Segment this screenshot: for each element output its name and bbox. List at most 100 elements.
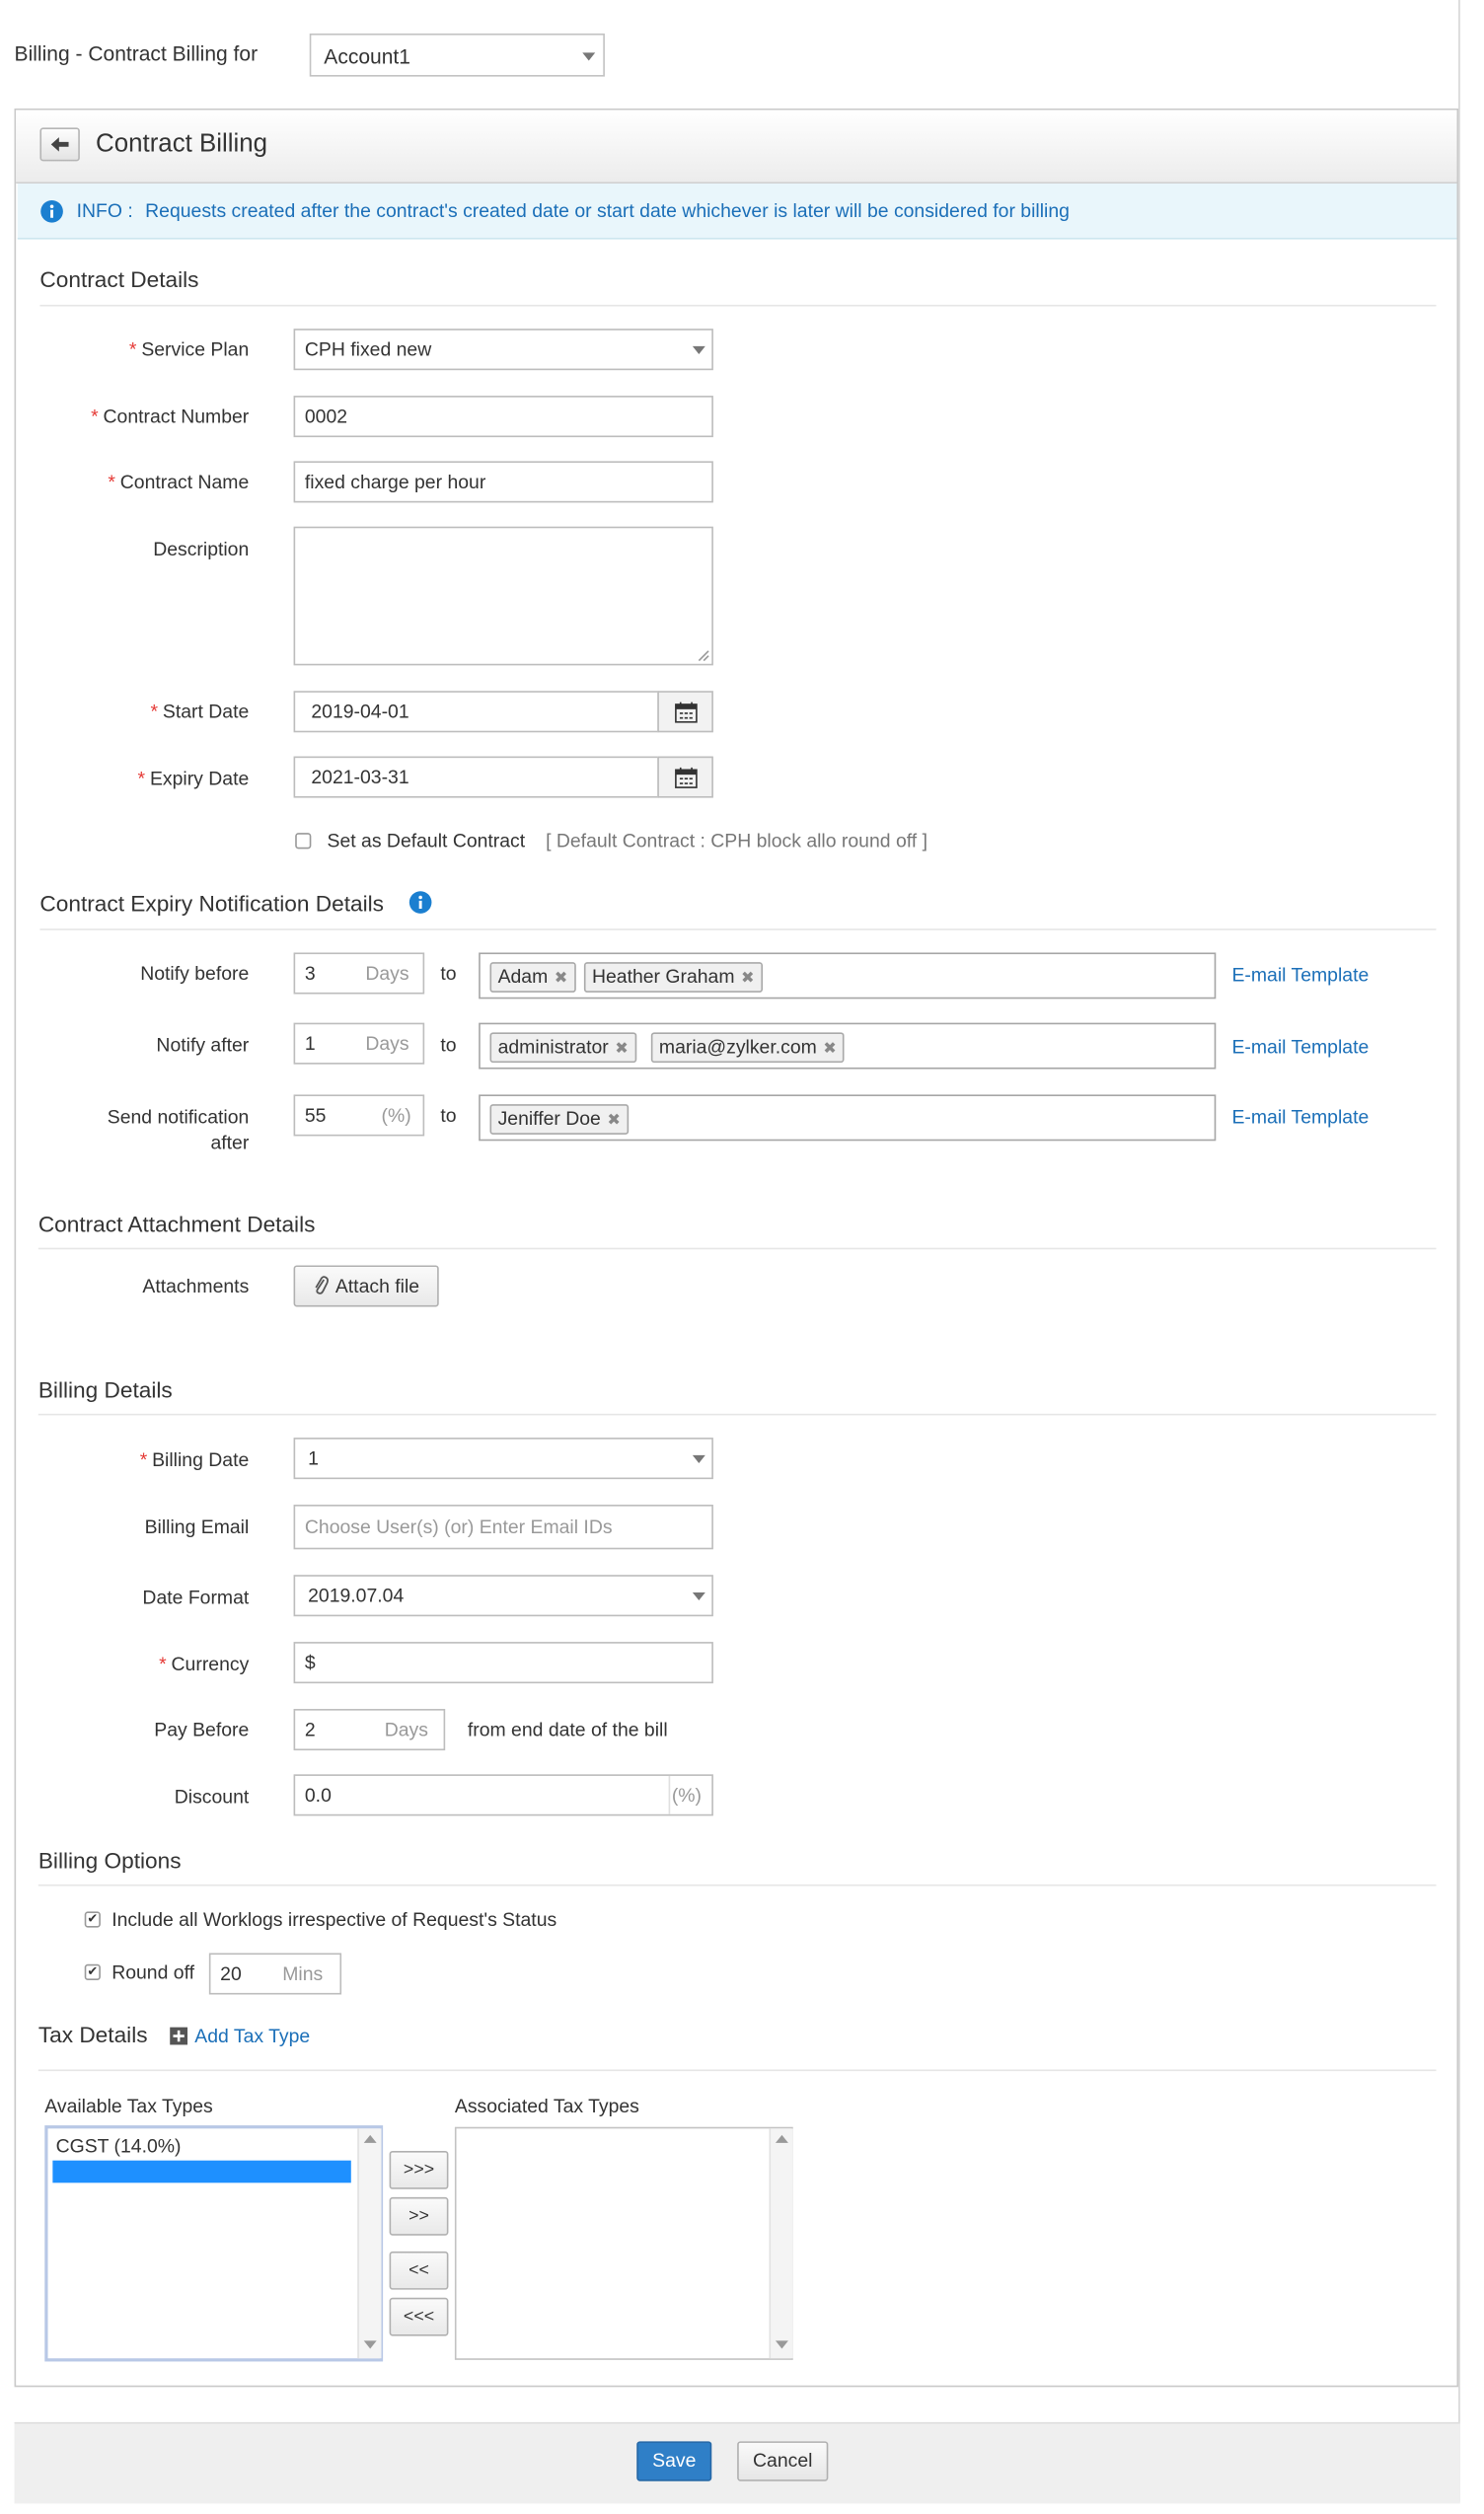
remove-icon[interactable]: ✖ <box>615 1040 629 1058</box>
start-date-input[interactable]: 2019-04-01 <box>293 691 659 733</box>
currency-input[interactable]: $ <box>293 1642 713 1684</box>
round-off-input[interactable]: 20 Mins <box>208 1953 342 1995</box>
discount-input[interactable]: 0.0 (%) <box>293 1774 713 1816</box>
expiry-date-label: * Expiry Date <box>137 767 250 790</box>
service-plan-select[interactable]: CPH fixed new <box>293 329 713 371</box>
default-contract-note: [ Default Contract : CPH block allo roun… <box>546 829 928 852</box>
scroll-up-icon[interactable] <box>363 2134 377 2143</box>
available-tax-types-label: Available Tax Types <box>44 2095 213 2118</box>
billing-details-heading: Billing Details <box>37 1376 173 1403</box>
description-label: Description <box>153 537 250 560</box>
chevron-down-icon <box>692 1454 705 1463</box>
resize-handle-icon[interactable] <box>698 649 710 662</box>
notify-before-recipients[interactable]: Adam ✖ Heather Graham ✖ <box>479 952 1217 999</box>
round-off-checkbox[interactable]: ✔ <box>84 1963 101 1980</box>
email-template-link[interactable]: E-mail Template <box>1231 1036 1369 1059</box>
billing-date-label: * Billing Date <box>139 1448 250 1472</box>
billing-date-select[interactable]: 1 <box>293 1438 713 1480</box>
associated-tax-types-list[interactable] <box>454 2126 793 2360</box>
service-plan-value: CPH fixed new <box>304 337 432 361</box>
billing-email-label: Billing Email <box>144 1516 250 1538</box>
attachments-label: Attachments <box>142 1275 250 1297</box>
divider <box>37 1247 1437 1250</box>
chevron-down-icon <box>582 52 596 61</box>
remove-icon[interactable]: ✖ <box>741 970 755 988</box>
send-notification-input[interactable]: 55 (%) <box>293 1094 425 1137</box>
footer-bar: Save Cancel <box>14 2421 1460 2504</box>
panel-header: Contract Billing <box>16 110 1457 184</box>
send-notification-recipients[interactable]: Jeniffer Doe ✖ <box>479 1094 1217 1142</box>
contract-name-input[interactable]: fixed charge per hour <box>293 461 713 503</box>
include-worklogs-checkbox[interactable]: ✔ <box>84 1911 101 1928</box>
send-notification-label: Send notification after <box>107 1105 250 1154</box>
account-select[interactable]: Account1 <box>309 33 605 77</box>
unit-label: Days <box>384 1718 428 1741</box>
start-date-calendar-button[interactable] <box>657 691 713 733</box>
default-contract-label: Set as Default Contract <box>327 829 526 852</box>
divider <box>37 1884 1437 1886</box>
remove-icon[interactable]: ✖ <box>555 970 568 988</box>
notify-after-input[interactable]: 1 Days <box>293 1022 425 1065</box>
recipient-tag: Adam ✖ <box>489 962 576 993</box>
unit-label: (%) <box>381 1104 411 1127</box>
cancel-button[interactable]: Cancel <box>737 2441 829 2481</box>
billing-email-input[interactable]: Choose User(s) (or) Enter Email IDs <box>293 1505 713 1550</box>
service-plan-label: * Service Plan <box>128 337 250 361</box>
notify-after-recipients[interactable]: administrator ✖ maria@zylker.com ✖ <box>479 1022 1217 1070</box>
pay-before-input[interactable]: 2 Days <box>293 1709 446 1751</box>
recipient-tag: maria@zylker.com ✖ <box>650 1032 845 1064</box>
remove-icon[interactable]: ✖ <box>823 1040 837 1058</box>
contract-details-heading: Contract Details <box>39 266 199 292</box>
add-icon[interactable] <box>169 2027 188 2045</box>
move-all-right-button[interactable]: >>> <box>389 2150 449 2189</box>
attach-file-button[interactable]: Attach file <box>293 1265 439 1307</box>
scroll-down-icon[interactable] <box>775 2340 788 2349</box>
round-off-label: Round off <box>111 1960 195 1984</box>
contract-name-label: * Contract Name <box>108 471 250 493</box>
default-contract-checkbox[interactable] <box>295 833 312 850</box>
date-format-select[interactable]: 2019.07.04 <box>293 1575 713 1617</box>
move-left-button[interactable]: << <box>389 2251 449 2290</box>
page-title: Billing - Contract Billing for <box>14 41 259 66</box>
attachment-heading: Contract Attachment Details <box>37 1211 316 1237</box>
date-format-value: 2019.07.04 <box>308 1584 405 1607</box>
remove-icon[interactable]: ✖ <box>607 1112 621 1130</box>
scrollbar[interactable] <box>357 2128 382 2359</box>
add-tax-type-link[interactable]: Add Tax Type <box>194 2025 310 2047</box>
scrollbar[interactable] <box>769 2128 793 2359</box>
recipient-tag: Jeniffer Doe ✖ <box>489 1104 629 1135</box>
info-icon[interactable] <box>408 890 432 914</box>
scroll-up-icon[interactable] <box>775 2134 788 2143</box>
pay-before-suffix: from end date of the bill <box>467 1718 668 1741</box>
save-button[interactable]: Save <box>636 2441 712 2481</box>
list-item[interactable]: CGST (14.0%) <box>56 2135 182 2158</box>
expiry-date-input[interactable]: 2021-03-31 <box>293 756 659 798</box>
notify-before-input[interactable]: 3 Days <box>293 952 425 995</box>
available-tax-types-list[interactable]: CGST (14.0%) <box>44 2125 384 2362</box>
to-label: to <box>440 962 457 985</box>
arrow-left-icon <box>50 137 69 152</box>
divider <box>39 928 1437 930</box>
contract-number-label: * Contract Number <box>91 405 250 428</box>
move-right-button[interactable]: >> <box>389 2196 449 2236</box>
calendar-icon <box>675 767 698 788</box>
notification-heading: Contract Expiry Notification Details <box>39 890 384 917</box>
divider <box>668 1775 671 1814</box>
contract-number-input[interactable]: 0002 <box>293 396 713 438</box>
billing-options-heading: Billing Options <box>37 1847 182 1874</box>
expiry-date-calendar-button[interactable] <box>657 756 713 798</box>
email-template-link[interactable]: E-mail Template <box>1231 964 1369 987</box>
pay-before-label: Pay Before <box>154 1718 250 1741</box>
unit-label: Days <box>365 962 409 985</box>
description-textarea[interactable] <box>293 526 713 666</box>
move-all-left-button[interactable]: <<< <box>389 2297 449 2336</box>
to-label: to <box>440 1033 457 1057</box>
email-template-link[interactable]: E-mail Template <box>1231 1106 1369 1129</box>
back-button[interactable] <box>39 127 80 162</box>
info-icon <box>40 199 63 223</box>
list-item-selected[interactable] <box>52 2160 351 2183</box>
recipient-tag: Heather Graham ✖ <box>583 962 763 993</box>
divider <box>37 2069 1437 2072</box>
scroll-down-icon[interactable] <box>363 2340 377 2349</box>
unit-label: Mins <box>282 1962 324 1985</box>
